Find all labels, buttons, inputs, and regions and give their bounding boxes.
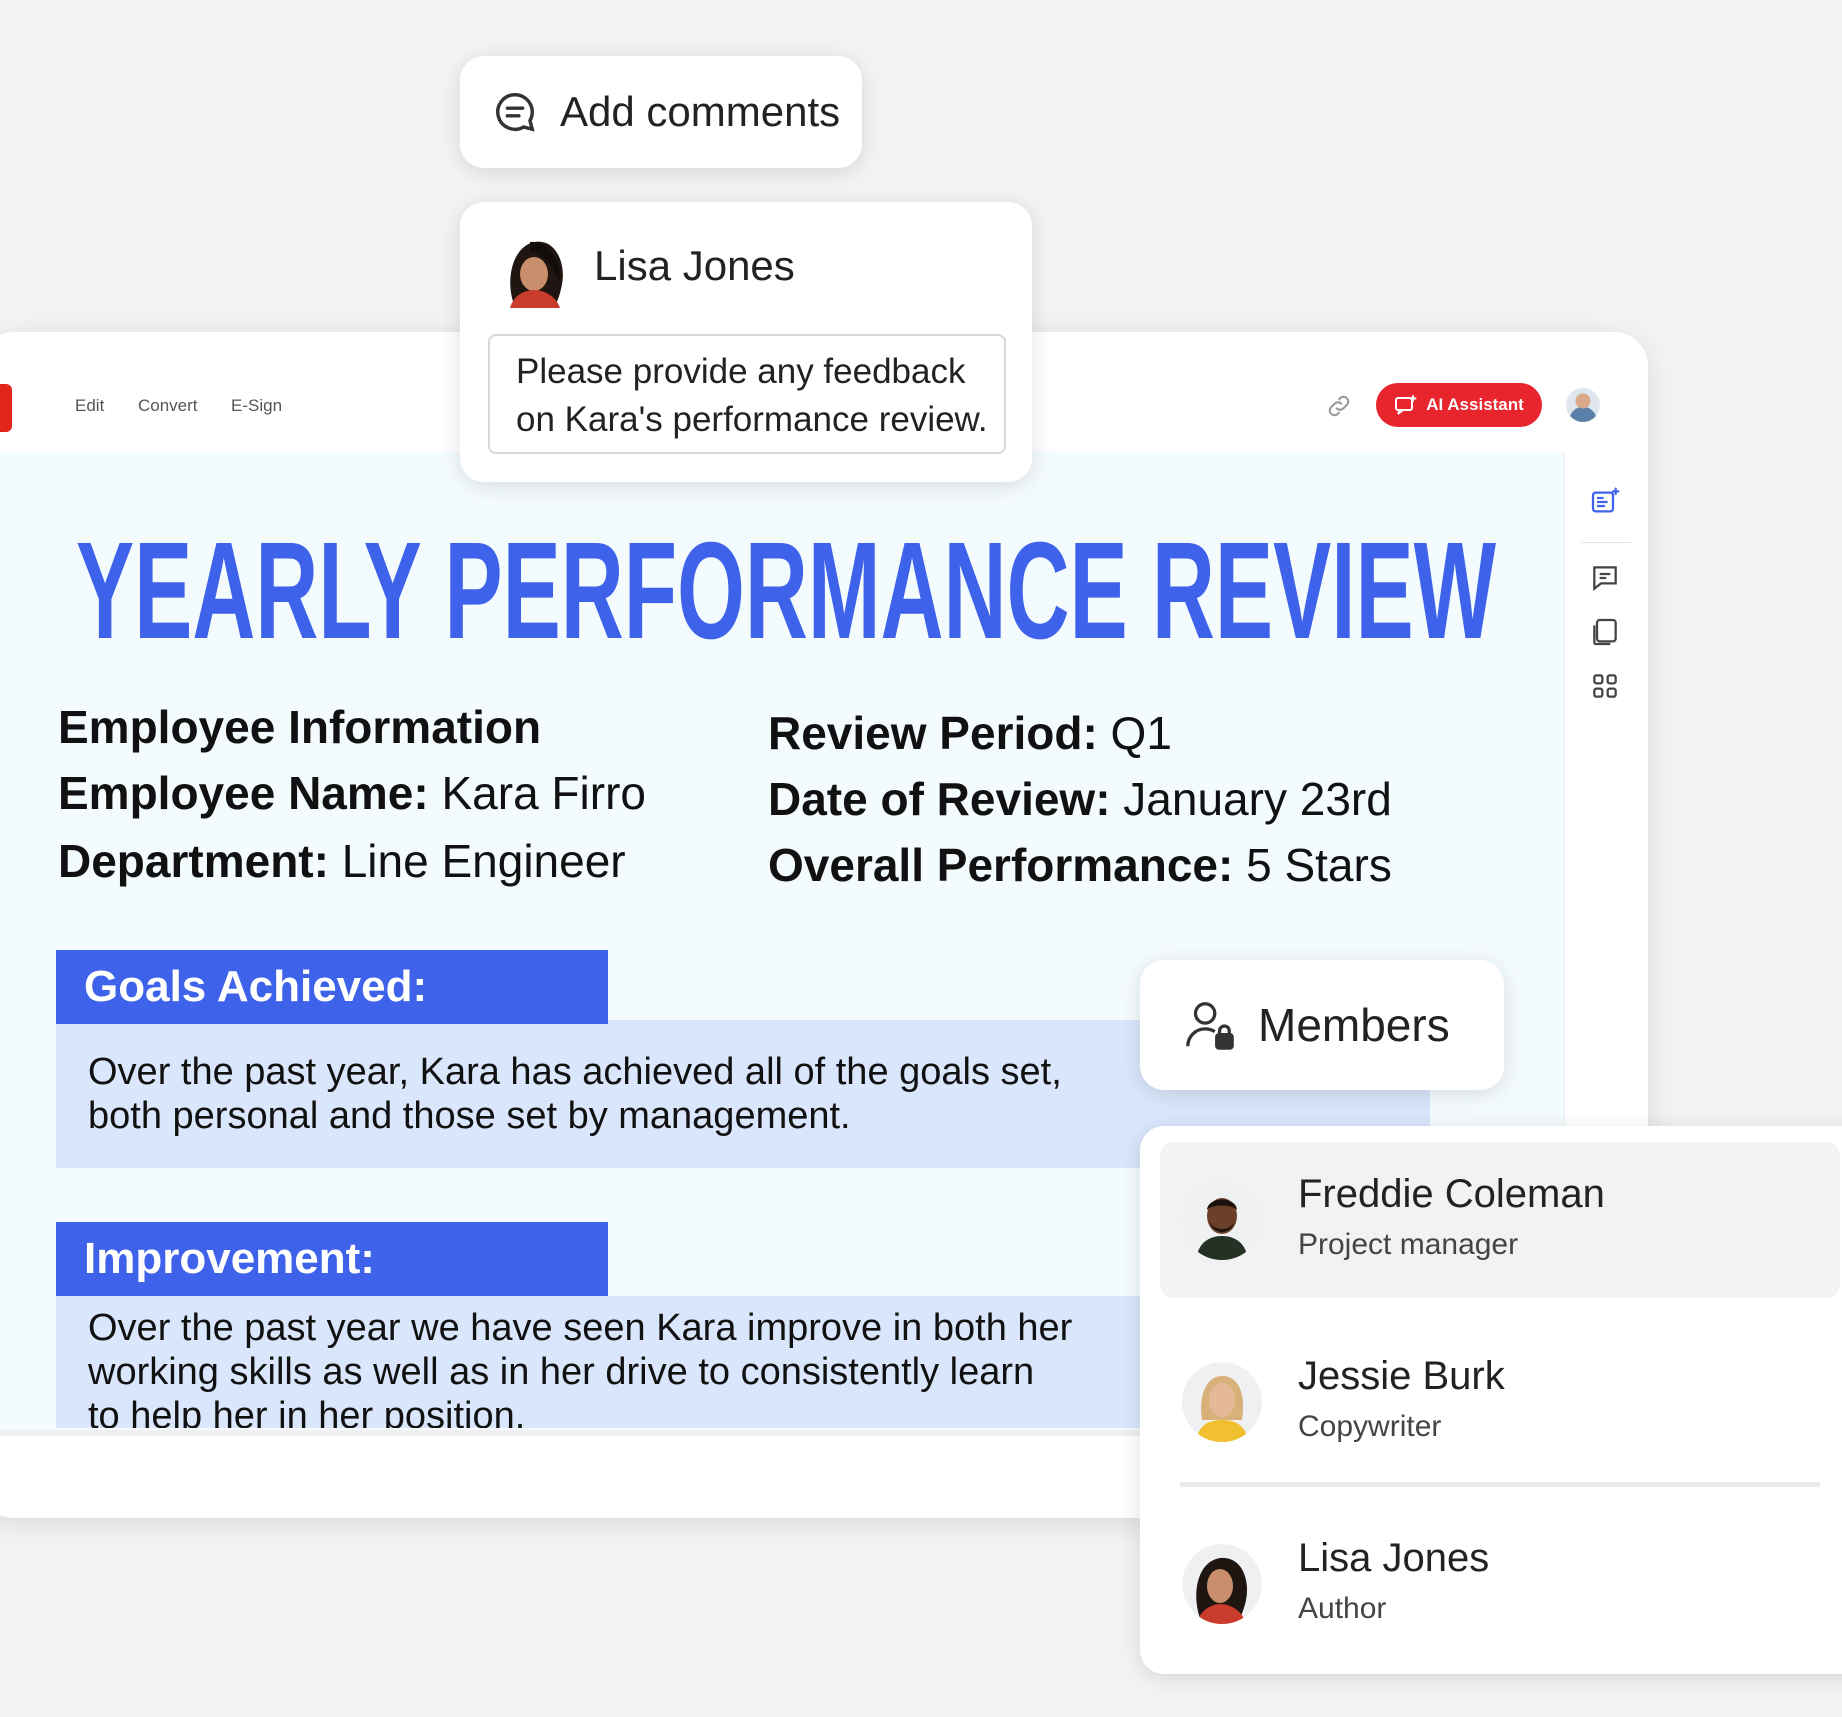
- app-logo: [0, 384, 12, 432]
- document-title: YEARLY PERFORMANCE REVIEW: [76, 514, 1496, 668]
- overall-performance-line: Overall Performance: 5 Stars: [768, 838, 1392, 892]
- review-date-value: January 23rd: [1110, 773, 1392, 825]
- ai-assistant-icon: [1395, 395, 1417, 415]
- comment-author: Lisa Jones: [594, 242, 795, 289]
- review-period-line: Review Period: Q1: [768, 706, 1172, 760]
- members-list: Freddie Coleman Project manager Jessie B…: [1140, 1126, 1842, 1674]
- menu-convert[interactable]: Convert: [138, 396, 198, 416]
- ai-assistant-label: AI Assistant: [1426, 395, 1524, 414]
- menu-edit[interactable]: Edit: [75, 396, 104, 416]
- member-role: Project manager: [1298, 1228, 1519, 1261]
- overall-performance-value: 5 Stars: [1233, 839, 1392, 891]
- member-row-lisa-jones[interactable]: Lisa Jones Author: [1160, 1506, 1840, 1662]
- comment-icon[interactable]: [1589, 562, 1621, 594]
- member-role: Author: [1298, 1592, 1387, 1625]
- comment-text-line: Please provide any feedback: [516, 352, 966, 391]
- review-date-label: Date of Review:: [768, 773, 1111, 825]
- rail-divider: [1581, 542, 1631, 543]
- comment-text-box[interactable]: Please provide any feedback on Kara's pe…: [488, 334, 1006, 454]
- lisa-jones-avatar: [510, 241, 563, 308]
- user-avatar[interactable]: [1566, 388, 1600, 422]
- review-period-value: Q1: [1097, 707, 1172, 759]
- members-label: Members: [1258, 999, 1450, 1051]
- comment-card: Lisa Jones Please provide any feedback o…: [460, 202, 1032, 482]
- pages-icon[interactable]: [1589, 616, 1621, 648]
- member-name: Lisa Jones: [1298, 1536, 1490, 1580]
- document-title-text: YEARLY PERFORMANCE REVIEW: [76, 514, 1496, 668]
- menu-e-sign[interactable]: E-Sign: [231, 396, 282, 416]
- lisa-jones-member-avatar: [1182, 1544, 1262, 1624]
- goals-header: Goals Achieved:: [56, 950, 608, 1024]
- add-comments-label: Add comments: [560, 88, 841, 135]
- jessie-burk-avatar: [1182, 1362, 1262, 1442]
- members-button[interactable]: Members: [1140, 960, 1504, 1090]
- comment-bubble-icon: [496, 93, 535, 132]
- member-row-jessie-burk[interactable]: Jessie Burk Copywriter: [1160, 1324, 1840, 1480]
- review-period-label: Review Period:: [768, 707, 1098, 759]
- employee-name-line: Employee Name: Kara Firro: [58, 766, 646, 820]
- add-comments-button[interactable]: Add comments: [460, 56, 862, 168]
- improvement-header: Improvement:: [56, 1222, 608, 1296]
- link-icon[interactable]: [1325, 392, 1353, 420]
- grid-icon[interactable]: [1589, 670, 1621, 702]
- department-value: Line Engineer: [328, 835, 626, 887]
- member-divider: [1180, 1482, 1820, 1487]
- employee-info-heading: Employee Information: [58, 701, 542, 753]
- employee-name-value: Kara Firro: [428, 767, 646, 819]
- review-date-line: Date of Review: January 23rd: [768, 772, 1392, 826]
- employee-name-label: Employee Name:: [58, 767, 429, 819]
- member-lock-icon: [1186, 1002, 1234, 1050]
- member-row-freddie-coleman[interactable]: Freddie Coleman Project manager: [1160, 1142, 1840, 1298]
- freddie-coleman-avatar: [1182, 1180, 1262, 1260]
- overall-performance-label: Overall Performance:: [768, 839, 1234, 891]
- member-role: Copywriter: [1298, 1410, 1442, 1443]
- ai-assistant-button[interactable]: AI Assistant: [1376, 383, 1542, 427]
- member-name: Jessie Burk: [1298, 1354, 1505, 1398]
- comment-text-line: on Kara's performance review.: [516, 400, 988, 439]
- department-line: Department: Line Engineer: [58, 834, 626, 888]
- department-label: Department:: [58, 835, 329, 887]
- ai-summary-icon[interactable]: [1589, 486, 1621, 518]
- member-name: Freddie Coleman: [1298, 1172, 1605, 1216]
